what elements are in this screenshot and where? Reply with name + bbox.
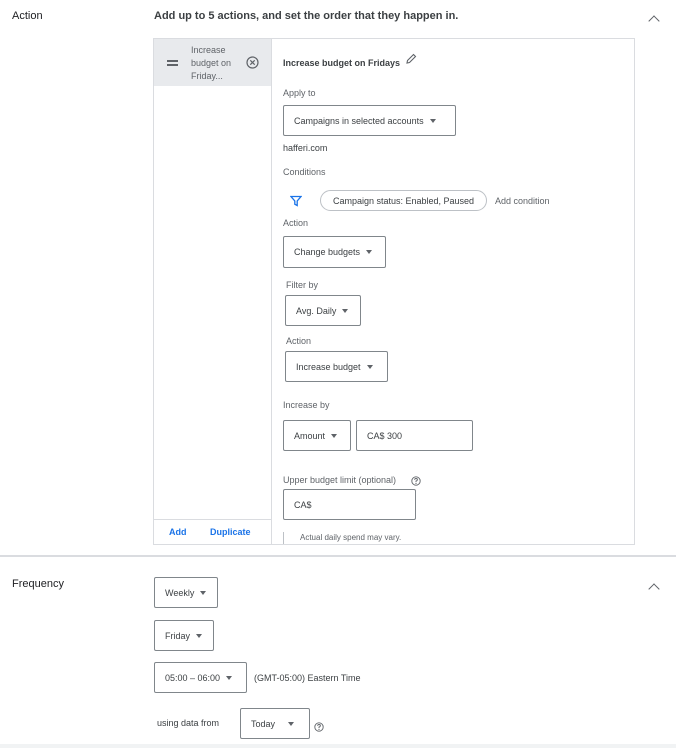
apply-to-dropdown[interactable]: Campaigns in selected accounts	[283, 105, 456, 136]
using-data-dropdown[interactable]: Today	[240, 708, 310, 739]
caret-down-icon	[200, 590, 207, 595]
frequency-section-title: Frequency	[12, 578, 64, 590]
frequency-period-value: Weekly	[165, 587, 195, 598]
using-data-value: Today	[251, 718, 276, 729]
action-detail: Increase budget on Fridays Apply to Camp…	[272, 39, 634, 544]
frequency-day-dropdown[interactable]: Friday	[154, 620, 214, 651]
caret-down-icon	[288, 721, 295, 726]
increase-by-label: Increase by	[283, 400, 330, 410]
section-divider	[0, 555, 676, 557]
increase-by-type-dropdown[interactable]: Amount	[283, 420, 351, 451]
apply-to-value: Campaigns in selected accounts	[294, 115, 424, 126]
close-circle-icon	[246, 56, 259, 69]
edit-title-button[interactable]	[405, 52, 417, 70]
action-section-description: Add up to 5 actions, and set the order t…	[154, 10, 459, 22]
help-icon	[411, 476, 421, 486]
frequency-time-value: 05:00 – 06:00	[165, 672, 221, 683]
remove-action-button[interactable]	[246, 56, 259, 74]
using-data-help[interactable]	[314, 719, 324, 737]
collapse-frequency-button[interactable]	[645, 581, 665, 597]
frequency-time-dropdown[interactable]: 05:00 – 06:00	[154, 662, 247, 693]
action-type-label: Action	[283, 218, 309, 228]
filter-by-value: Avg. Daily	[296, 305, 337, 316]
collapse-action-button[interactable]	[645, 13, 665, 29]
note-rule	[283, 532, 284, 544]
filter-by-dropdown[interactable]: Avg. Daily	[285, 295, 361, 326]
help-icon	[314, 722, 324, 732]
list-footer-divider	[154, 519, 271, 520]
caret-down-icon	[226, 675, 233, 680]
caret-down-icon	[331, 433, 338, 438]
chevron-up-icon	[648, 583, 660, 595]
apply-to-label: Apply to	[283, 88, 316, 98]
action-list: Increase budget on Friday... Add Duplica…	[154, 39, 272, 544]
sub-action-value: Increase budget	[296, 361, 361, 372]
action-section-title: Action	[12, 10, 43, 22]
upper-limit-label: Upper budget limit (optional)	[283, 475, 397, 485]
frequency-period-dropdown[interactable]: Weekly	[154, 577, 218, 608]
add-condition-link[interactable]: Add condition	[495, 196, 550, 206]
caret-down-icon	[429, 118, 436, 123]
sub-action-dropdown[interactable]: Increase budget	[285, 351, 388, 382]
pencil-icon	[406, 53, 417, 64]
increase-by-amount-input[interactable]: CA$ 300	[356, 420, 473, 451]
frequency-day-value: Friday	[165, 630, 191, 641]
caret-down-icon	[196, 633, 203, 638]
upper-limit-input[interactable]: CA$	[283, 489, 416, 520]
chevron-up-icon	[648, 15, 660, 27]
bottom-divider	[0, 744, 676, 748]
action-list-item[interactable]: Increase budget on Friday...	[154, 39, 271, 86]
filter-icon	[289, 194, 303, 212]
add-action-link[interactable]: Add	[169, 527, 187, 537]
conditions-label: Conditions	[283, 167, 326, 177]
caret-down-icon	[366, 250, 373, 254]
action-type-value: Change budgets	[294, 247, 361, 257]
timezone-label: (GMT-05:00) Eastern Time	[254, 673, 361, 683]
account-name: hafferi.com	[283, 143, 328, 153]
filter-by-label: Filter by	[286, 280, 319, 290]
sub-action-label: Action	[286, 336, 312, 346]
spend-note: Actual daily spend may vary.	[300, 533, 402, 542]
upper-limit-value: CA$	[294, 499, 312, 510]
increase-by-type-value: Amount	[294, 430, 326, 441]
action-detail-title: Increase budget on Fridays	[283, 58, 401, 68]
using-data-label: using data from	[157, 718, 220, 728]
duplicate-action-link[interactable]: Duplicate	[210, 527, 251, 537]
action-panel: Increase budget on Friday... Add Duplica…	[153, 38, 635, 545]
caret-down-icon	[366, 364, 373, 369]
drag-handle-icon[interactable]	[167, 60, 178, 62]
caret-down-icon	[342, 308, 349, 313]
condition-chip[interactable]: Campaign status: Enabled, Paused	[320, 190, 487, 211]
action-type-dropdown[interactable]: Change budgets	[283, 236, 386, 268]
action-list-item-label: Increase budget on Friday...	[191, 45, 232, 81]
increase-by-amount-value: CA$ 300	[367, 430, 403, 441]
